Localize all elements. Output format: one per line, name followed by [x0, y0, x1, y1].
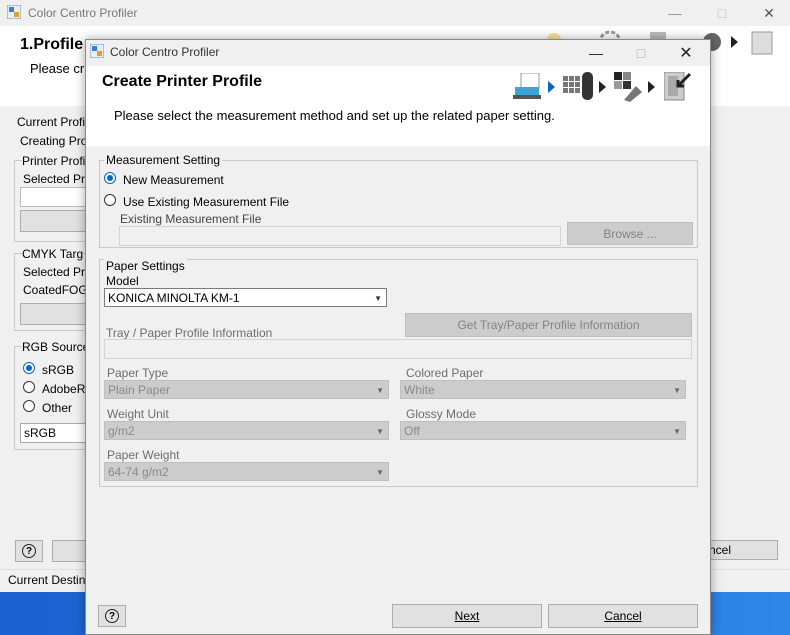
step-arrow-2-icon	[599, 81, 606, 93]
bg-cancel-label: ncel	[709, 543, 732, 557]
bg-current-profile-label: Current Profi	[17, 115, 86, 129]
weight-unit-label: Weight Unit	[107, 407, 169, 421]
cancel-button-label: Cancel	[604, 609, 642, 623]
get-tray-info-button[interactable]: Get Tray/Paper Profile Information	[405, 313, 692, 337]
dialog-heading: Create Printer Profile	[102, 73, 263, 90]
bg-rgb-label-adobe: AdobeR	[42, 382, 86, 396]
glossy-mode-label: Glossy Mode	[406, 407, 477, 421]
tray-info-field[interactable]	[104, 339, 692, 359]
weight-unit-combo[interactable]: g/m2 ▼	[104, 421, 389, 440]
bg-printer-profile-field[interactable]	[20, 187, 92, 207]
chevron-down-icon: ▼	[376, 427, 384, 436]
colored-paper-label: Colored Paper	[406, 366, 484, 380]
bg-heading: 1.Profile	[20, 36, 84, 53]
bg-window-title: Color Centro Profiler	[28, 6, 138, 20]
bg-close-button[interactable]: ✕	[754, 0, 784, 26]
paper-weight-label: Paper Weight	[107, 448, 180, 462]
chevron-down-icon: ▼	[673, 427, 681, 436]
paper-weight-value: 64-74 g/m2	[108, 465, 169, 479]
help-icon: ?	[105, 609, 119, 623]
dialog-close-button[interactable]: ✕	[671, 40, 701, 66]
bg-creating-profile-label: Creating Pro	[20, 134, 88, 148]
new-measurement-label[interactable]: New Measurement	[123, 173, 224, 187]
dialog-title: Color Centro Profiler	[110, 45, 220, 59]
next-button[interactable]: Next	[392, 604, 542, 628]
bg-subheading: Please cr	[30, 61, 85, 76]
browse-button[interactable]: Browse ...	[567, 222, 693, 245]
step-arrow-1-icon	[548, 81, 555, 93]
paper-weight-combo[interactable]: 64-74 g/m2 ▼	[104, 462, 389, 481]
bg-rgb-combo[interactable]: sRGB	[20, 423, 87, 443]
colored-paper-value: White	[404, 383, 435, 397]
bg-rgb-label-srgb: sRGB	[42, 363, 75, 377]
help-icon: ?	[22, 544, 36, 558]
bg-cmyk-title: CMYK Targ	[22, 247, 84, 261]
model-combo-value: KONICA MINOLTA KM-1	[108, 291, 240, 305]
bg-cmyk-selected-label: Selected Pr	[23, 265, 86, 279]
chevron-down-icon: ▼	[376, 386, 384, 395]
bg-rgb-title: RGB Source	[22, 340, 90, 354]
bg-help-button[interactable]: ?	[15, 540, 43, 562]
bg-rgb-radio-adobe[interactable]	[23, 381, 35, 393]
cancel-button[interactable]: Cancel	[548, 604, 698, 628]
existing-file-label: Existing Measurement File	[120, 212, 262, 226]
bg-printer-profile-title: Printer Profi	[22, 154, 86, 168]
bg-current-destination: Current Destin	[8, 573, 86, 587]
colored-paper-combo[interactable]: White ▼	[400, 380, 686, 399]
glossy-mode-value: Off	[404, 424, 420, 438]
bg-cancel-button[interactable]: ncel	[700, 540, 778, 560]
app-icon	[6, 4, 22, 20]
create-printer-profile-dialog: Color Centro Profiler — □ ✕ Create Print…	[85, 39, 711, 635]
next-button-label: Next	[454, 609, 480, 623]
dialog-app-icon	[89, 43, 105, 59]
model-label: Model	[106, 274, 139, 288]
chart-measure-step-icon	[563, 72, 597, 102]
glossy-mode-combo[interactable]: Off ▼	[400, 421, 686, 440]
bg-cmyk-button[interactable]	[20, 303, 92, 325]
paper-settings-title: Paper Settings	[104, 259, 187, 273]
tray-info-label: Tray / Paper Profile Information	[106, 326, 273, 340]
step-arrow-3-icon	[648, 81, 655, 93]
printer-step-icon	[513, 72, 543, 101]
paper-type-value: Plain Paper	[108, 383, 171, 397]
save-step-icon	[663, 71, 692, 102]
paper-type-label: Paper Type	[107, 366, 169, 380]
bg-printer-profile-button[interactable]	[20, 210, 92, 232]
measurement-setting-title: Measurement Setting	[104, 153, 223, 167]
bg-rgb-label-other: Other	[42, 401, 73, 415]
weight-unit-value: g/m2	[108, 424, 135, 438]
bg-minimize-button[interactable]: —	[660, 0, 690, 26]
chevron-down-icon: ▼	[673, 386, 681, 395]
bg-maximize-button[interactable]: □	[707, 0, 737, 26]
bg-selected-profile-label: Selected Pr	[23, 172, 86, 186]
chevron-down-icon: ▼	[374, 294, 382, 303]
existing-file-field[interactable]	[119, 226, 561, 246]
use-existing-file-radio[interactable]	[104, 194, 116, 206]
use-existing-file-label[interactable]: Use Existing Measurement File	[123, 195, 289, 209]
bg-rgb-radio-other[interactable]	[23, 400, 35, 412]
profile-calc-step-icon	[614, 72, 644, 102]
paper-type-combo[interactable]: Plain Paper ▼	[104, 380, 389, 399]
chevron-down-icon: ▼	[376, 468, 384, 477]
bg-rgb-radio-srgb[interactable]	[23, 362, 35, 374]
new-measurement-radio[interactable]	[104, 172, 116, 184]
bg-cmyk-value: CoatedFOG	[23, 283, 88, 297]
dialog-minimize-button[interactable]: —	[581, 40, 611, 66]
dialog-maximize-button[interactable]: □	[626, 40, 656, 66]
dialog-instruction: Please select the measurement method and…	[114, 108, 555, 123]
help-button[interactable]: ?	[98, 605, 126, 627]
model-combo[interactable]: KONICA MINOLTA KM-1 ▼	[104, 288, 387, 307]
